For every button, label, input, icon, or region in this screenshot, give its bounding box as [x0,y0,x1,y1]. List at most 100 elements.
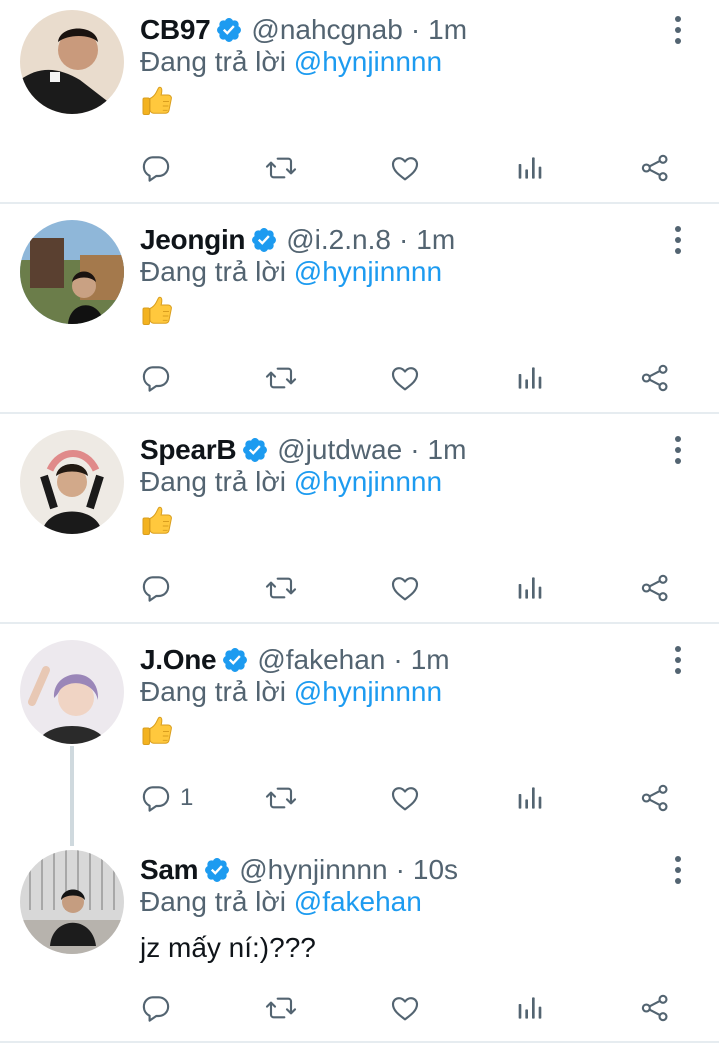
thumbs-up-emoji-icon [140,712,176,748]
display-name[interactable]: J.One [140,644,217,676]
verified-badge-icon [215,16,243,44]
more-options-icon[interactable] [664,434,692,466]
like-icon [389,782,421,814]
share-button[interactable] [639,358,671,398]
reply-icon [140,572,172,604]
retweet-icon [265,152,297,184]
retweet-button[interactable] [265,778,297,818]
tweet-header: SpearB @jutdwae · 1m [140,432,466,468]
replying-to: Đang trả lời @hynjinnnn [140,46,442,78]
analytics-button[interactable] [514,988,546,1028]
retweet-button[interactable] [265,988,297,1028]
user-handle[interactable]: @fakehan [257,644,385,676]
share-button[interactable] [639,148,671,188]
share-button[interactable] [639,568,671,608]
like-button[interactable] [389,148,421,188]
mention-link[interactable]: @hynjinnnn [294,256,442,287]
tweet-item[interactable]: SpearB @jutdwae · 1m Đang trả lời @hynji… [0,420,719,622]
tweet-header: Jeongin @i.2.n.8 · 1m [140,222,455,258]
reply-button[interactable]: 1 [140,778,193,818]
like-button[interactable] [389,988,421,1028]
reply-button[interactable] [140,148,172,188]
divider [0,202,719,204]
reply-button[interactable] [140,988,172,1028]
display-name[interactable]: SpearB [140,434,237,466]
avatar[interactable] [20,10,124,114]
avatar[interactable] [20,220,124,324]
share-icon [639,362,671,394]
display-name[interactable]: CB97 [140,14,211,46]
share-button[interactable] [639,778,671,818]
like-icon [389,572,421,604]
analytics-button[interactable] [514,568,546,608]
analytics-button[interactable] [514,778,546,818]
user-handle[interactable]: @i.2.n.8 [286,224,391,256]
reply-button[interactable] [140,568,172,608]
tweet-text [140,712,176,755]
separator-dot: · [393,644,403,675]
retweet-button[interactable] [265,358,297,398]
display-name[interactable]: Jeongin [140,224,246,256]
replying-prefix: Đang trả lời [140,886,286,917]
timestamp[interactable]: 1m [416,224,455,256]
more-options-icon[interactable] [664,644,692,676]
timestamp[interactable]: 1m [428,434,467,466]
like-icon [389,152,421,184]
timestamp[interactable]: 1m [428,14,467,46]
separator-dot: · [410,434,420,465]
analytics-icon [514,782,546,814]
tweet-item[interactable]: Jeongin @i.2.n.8 · 1m Đang trả lời @hynj… [0,210,719,412]
avatar[interactable] [20,640,124,744]
reply-icon [140,152,172,184]
tweet-text [140,502,176,545]
replying-to: Đang trả lời @hynjinnnn [140,466,442,498]
more-options-icon[interactable] [664,224,692,256]
mention-link[interactable]: @hynjinnnn [294,46,442,77]
replying-prefix: Đang trả lời [140,466,286,497]
like-button[interactable] [389,568,421,608]
verified-badge-icon [221,646,249,674]
replying-to: Đang trả lời @fakehan [140,886,422,918]
divider [0,622,719,624]
tweet-header: Sam @hynjinnnn · 10s [140,852,458,888]
analytics-button[interactable] [514,358,546,398]
more-options-icon[interactable] [664,14,692,46]
replying-prefix: Đang trả lời [140,676,286,707]
avatar[interactable] [20,850,124,954]
reply-button[interactable] [140,358,172,398]
retweet-button[interactable] [265,568,297,608]
avatar[interactable] [20,430,124,534]
timestamp[interactable]: 1m [411,644,450,676]
reply-icon [140,362,172,394]
retweet-button[interactable] [265,148,297,188]
more-options-icon[interactable] [664,854,692,886]
timestamp[interactable]: 10s [413,854,458,886]
user-handle[interactable]: @nahcgnab [251,14,402,46]
analytics-icon [514,572,546,604]
user-handle[interactable]: @hynjinnnn [239,854,387,886]
mention-link[interactable]: @fakehan [294,886,422,917]
mention-link[interactable]: @hynjinnnn [294,676,442,707]
display-name[interactable]: Sam [140,854,199,886]
tweet-item[interactable]: Sam @hynjinnnn · 10s Đang trả lời @fakeh… [0,840,719,1043]
mention-link[interactable]: @hynjinnnn [294,466,442,497]
analytics-icon [514,152,546,184]
replying-prefix: Đang trả lời [140,46,286,77]
like-button[interactable] [389,358,421,398]
retweet-icon [265,992,297,1024]
user-handle[interactable]: @jutdwae [277,434,402,466]
thumbs-up-emoji-icon [140,292,176,328]
tweet-item[interactable]: CB97 @nahcgnab · 1m Đang trả lời @hynjin… [0,0,719,202]
share-icon [639,572,671,604]
replying-prefix: Đang trả lời [140,256,286,287]
like-button[interactable] [389,778,421,818]
verified-badge-icon [250,226,278,254]
share-button[interactable] [639,988,671,1028]
analytics-button[interactable] [514,148,546,188]
thumbs-up-emoji-icon [140,502,176,538]
like-icon [389,362,421,394]
separator-dot: · [398,224,409,255]
tweet-actions [0,358,719,398]
analytics-icon [514,992,546,1024]
tweet-item[interactable]: J.One @fakehan · 1m Đang trả lời @hynjin… [0,630,719,840]
